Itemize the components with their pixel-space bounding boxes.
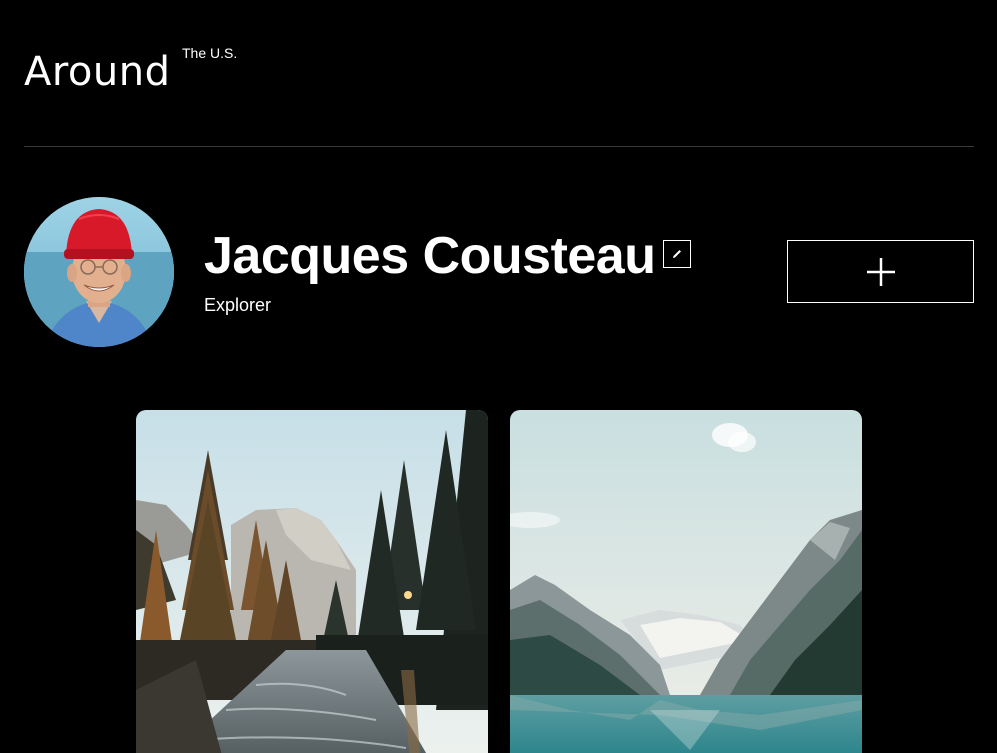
logo-superscript: The U.S. xyxy=(182,45,238,61)
logo-text: Around xyxy=(24,49,171,95)
place-card[interactable] xyxy=(136,410,488,753)
header: Around The U.S. xyxy=(24,40,237,100)
avatar[interactable] xyxy=(24,197,174,347)
plus-icon xyxy=(866,257,895,286)
place-card[interactable] xyxy=(510,410,862,753)
add-place-button[interactable] xyxy=(787,240,974,303)
profile-name: Jacques Cousteau xyxy=(204,227,656,285)
forest-river-photo[interactable] xyxy=(136,410,488,753)
logo: Around The U.S. xyxy=(24,40,237,95)
profile-job: Explorer xyxy=(204,295,272,315)
edit-profile-button[interactable] xyxy=(663,240,691,268)
page: Around The U.S. Jacques Cousteau Explore… xyxy=(0,0,997,753)
avatar-photo xyxy=(24,197,174,347)
header-divider xyxy=(24,146,974,147)
mountain-lake-photo[interactable] xyxy=(510,410,862,753)
pencil-icon xyxy=(673,250,681,258)
